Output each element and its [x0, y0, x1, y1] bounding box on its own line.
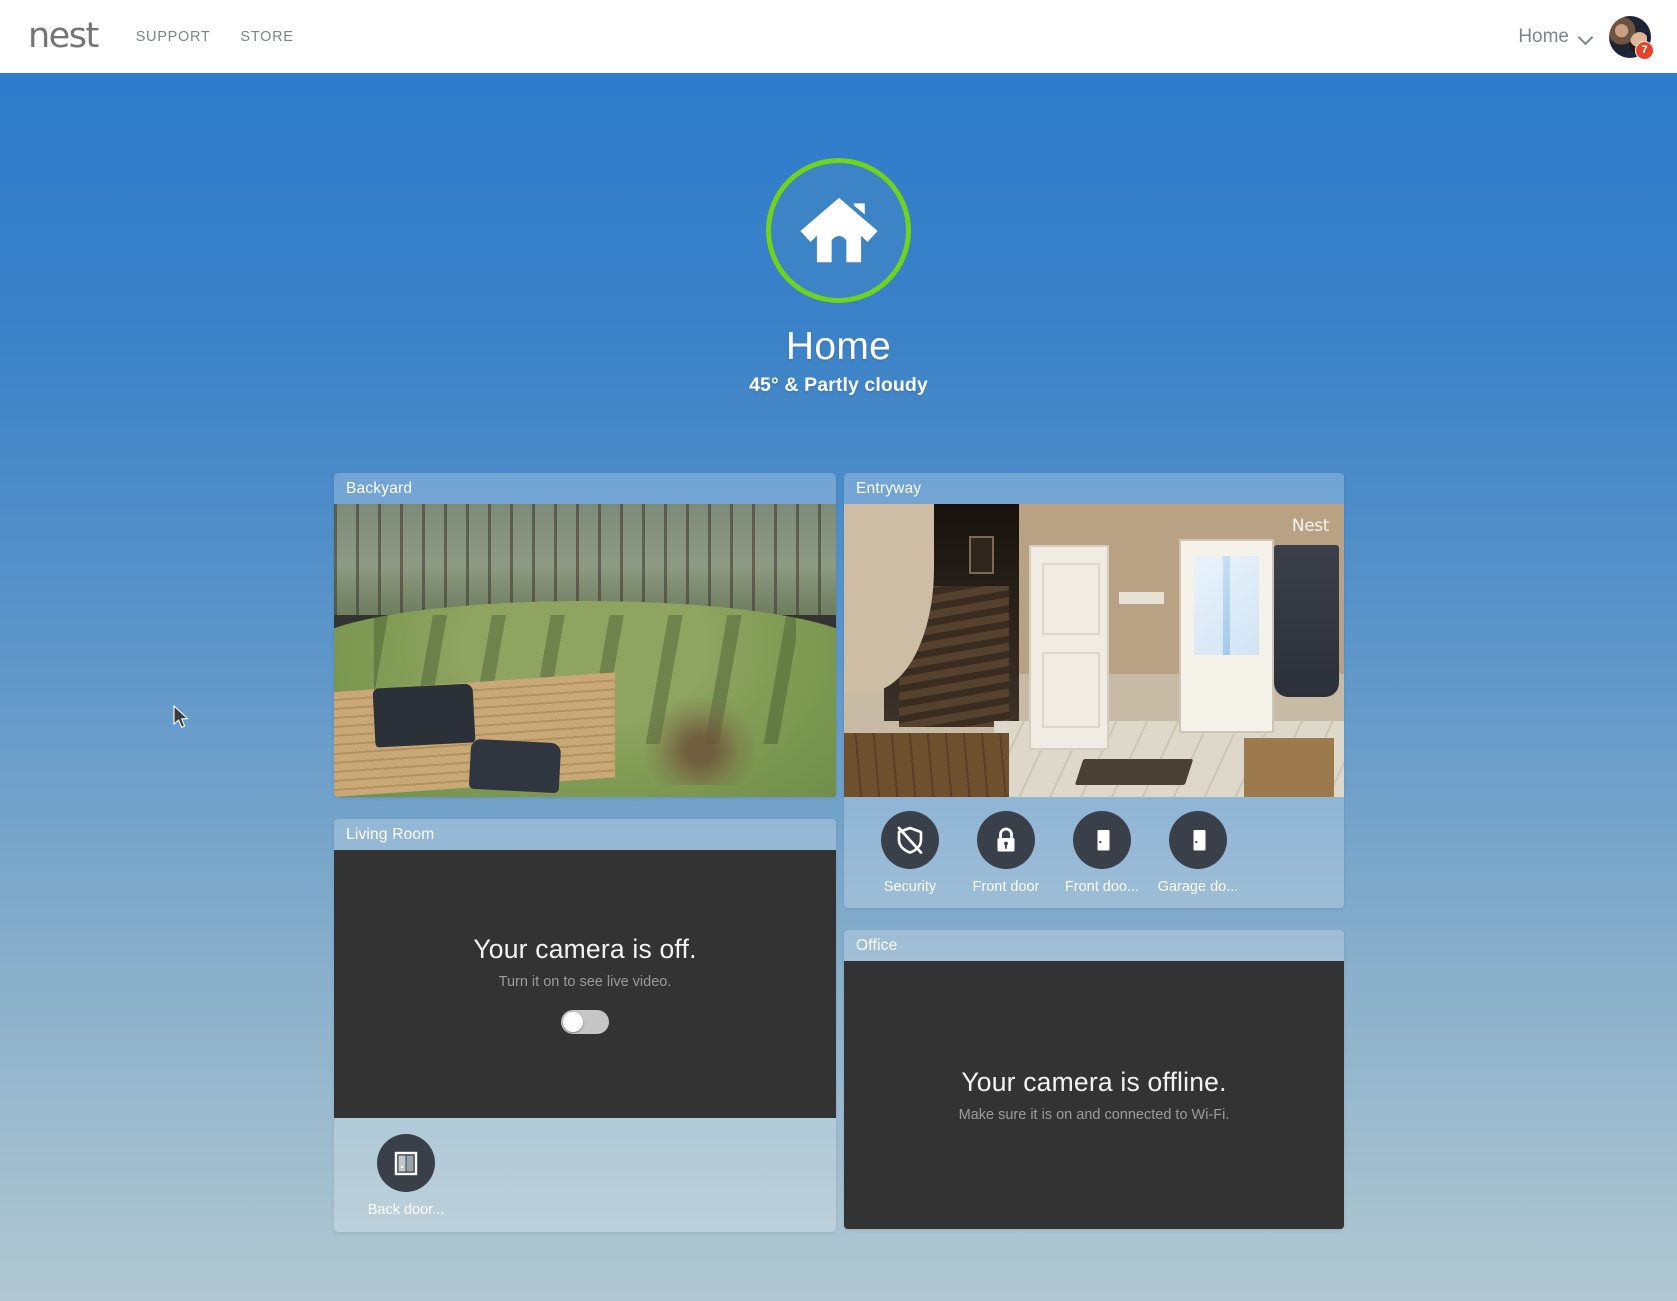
- camera-card-header: Entryway: [844, 473, 1344, 504]
- scene-wood-floor: [844, 733, 1009, 797]
- camera-off-title: Your camera is off.: [473, 934, 696, 965]
- nav-links: SUPPORT STORE: [136, 29, 294, 45]
- camera-card-header: Backyard: [334, 473, 836, 504]
- device-strip-entryway: Security Front door: [844, 797, 1344, 908]
- camera-title-living-room: Living Room: [346, 826, 434, 844]
- scene-wall-shelf: [1119, 592, 1164, 604]
- scene-front-door-glass: [1194, 556, 1260, 654]
- camera-card-office[interactable]: Office Your camera is offline. Make sure…: [844, 930, 1344, 1229]
- device-label: Garage do...: [1158, 879, 1239, 895]
- camera-feed-office: Your camera is offline. Make sure it is …: [844, 961, 1344, 1229]
- camera-title-backyard: Backyard: [346, 480, 412, 498]
- hero-weather: 45° & Partly cloudy: [0, 374, 1677, 397]
- grid-column-left: Backyard Living Room: [334, 473, 836, 1254]
- device-label: Front door: [973, 879, 1040, 895]
- door-sensor-icon: [1073, 811, 1131, 869]
- account-avatar-wrapper[interactable]: 7: [1609, 16, 1651, 58]
- camera-power-toggle[interactable]: [561, 1010, 609, 1034]
- camera-offline-message: Your camera is offline. Make sure it is …: [844, 961, 1344, 1229]
- notification-badge[interactable]: 7: [1635, 41, 1654, 60]
- nest-watermark: Nest: [1292, 516, 1329, 536]
- structure-selector[interactable]: Home: [1518, 26, 1595, 48]
- scene-front-door: [1179, 539, 1274, 732]
- scene-grill-covered-2: [468, 739, 561, 793]
- nav-link-store[interactable]: STORE: [240, 29, 293, 45]
- camera-offline-subtitle: Make sure it is on and connected to Wi-F…: [959, 1107, 1230, 1123]
- toggle-knob: [563, 1012, 583, 1032]
- scene-trees: [334, 504, 836, 615]
- nest-logo[interactable]: nest: [28, 19, 98, 54]
- scene-bush: [645, 697, 755, 785]
- camera-card-header: Living Room: [334, 819, 836, 850]
- device-back-door[interactable]: Back door...: [358, 1134, 454, 1218]
- nav-link-support[interactable]: SUPPORT: [136, 29, 211, 45]
- device-front-door-sensor[interactable]: Front doo...: [1054, 811, 1150, 895]
- device-label: Front doo...: [1065, 879, 1139, 895]
- device-strip-living-room: Back door...: [334, 1118, 836, 1232]
- top-navigation-bar: nest SUPPORT STORE Home 7: [0, 0, 1677, 73]
- device-security[interactable]: Security: [862, 811, 958, 895]
- device-garage-door-sensor[interactable]: Garage do...: [1150, 811, 1246, 895]
- sliding-door-icon: [377, 1134, 435, 1192]
- camera-off-subtitle: Turn it on to see live video.: [499, 974, 672, 990]
- scene-package: [1244, 738, 1334, 797]
- camera-feed-living-room: Your camera is off. Turn it on to see li…: [334, 850, 836, 1118]
- dashboard-stage: Home 45° & Partly cloudy Backyard: [0, 73, 1677, 1301]
- camera-card-backyard[interactable]: Backyard: [334, 473, 836, 797]
- device-front-door-lock[interactable]: Front door: [958, 811, 1054, 895]
- camera-feed-backyard[interactable]: [334, 504, 836, 797]
- scene-door-mat: [1075, 759, 1194, 785]
- scene-wall-picture: [969, 536, 994, 574]
- lock-closed-icon: [977, 811, 1035, 869]
- hero-title: Home: [0, 325, 1677, 369]
- structure-selector-label: Home: [1518, 26, 1569, 48]
- camera-offline-title: Your camera is offline.: [961, 1067, 1226, 1098]
- scene-coats: [1274, 545, 1339, 697]
- door-sensor-icon: [1169, 811, 1227, 869]
- camera-card-living-room[interactable]: Living Room Your camera is off. Turn it …: [334, 819, 836, 1232]
- camera-title-entryway: Entryway: [856, 480, 921, 498]
- camera-off-message: Your camera is off. Turn it on to see li…: [334, 850, 836, 1118]
- scene-grill-covered-1: [373, 683, 476, 747]
- camera-feed-entryway[interactable]: Nest: [844, 504, 1344, 797]
- home-status-button[interactable]: [766, 158, 911, 303]
- camera-title-office: Office: [856, 937, 897, 955]
- home-hero: Home 45° & Partly cloudy: [0, 73, 1677, 397]
- nav-right-cluster: Home 7: [1518, 16, 1651, 58]
- shield-off-icon: [881, 811, 939, 869]
- camera-card-entryway[interactable]: Entryway: [844, 473, 1344, 908]
- chevron-down-icon: [1579, 32, 1595, 42]
- house-icon: [793, 185, 885, 277]
- scene-interior-door: [1029, 545, 1109, 750]
- grid-column-right: Entryway: [844, 473, 1344, 1251]
- camera-card-header: Office: [844, 930, 1344, 961]
- device-label: Back door...: [368, 1202, 445, 1218]
- device-label: Security: [884, 879, 936, 895]
